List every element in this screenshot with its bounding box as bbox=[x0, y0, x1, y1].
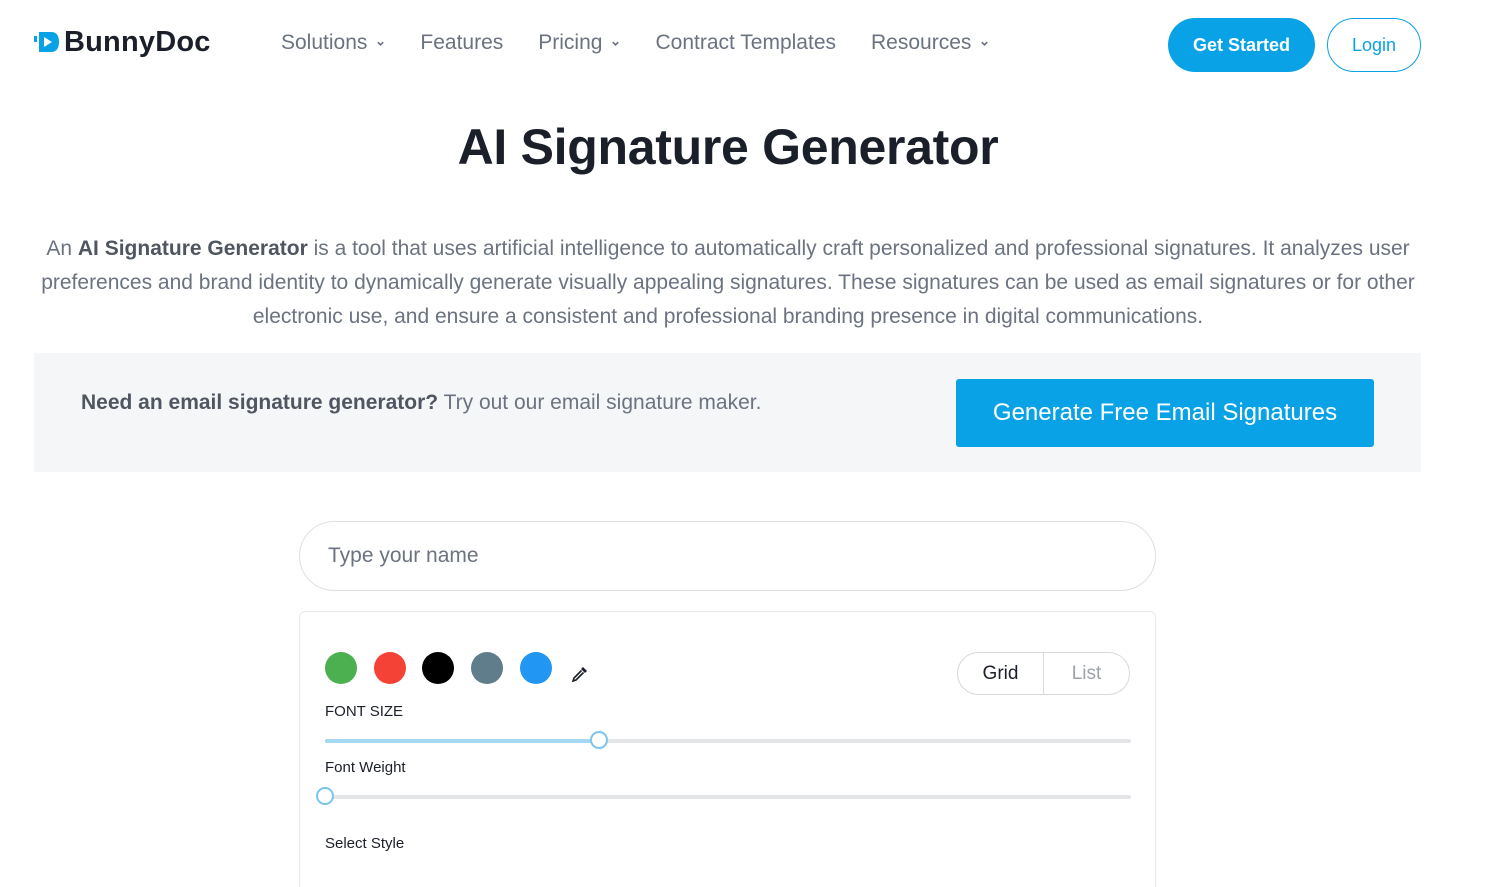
nav-contract-templates[interactable]: Contract Templates bbox=[655, 31, 836, 55]
color-swatch-gray[interactable] bbox=[471, 652, 503, 684]
nav-contract-templates-label: Contract Templates bbox=[655, 31, 836, 54]
intro-prefix: An bbox=[46, 237, 78, 260]
font-size-slider[interactable] bbox=[325, 731, 1131, 749]
login-button[interactable]: Login bbox=[1327, 18, 1421, 72]
font-size-slider-fill bbox=[325, 739, 600, 743]
promo-text: Need an email signature generator? Try o… bbox=[81, 391, 761, 415]
bunnydoc-logo-icon bbox=[33, 24, 61, 60]
chevron-down-icon bbox=[377, 41, 385, 46]
nav-solutions-label: Solutions bbox=[281, 31, 368, 54]
promo-bold: Need an email signature generator? bbox=[81, 391, 439, 414]
grid-view-option[interactable]: Grid bbox=[958, 653, 1044, 694]
name-input[interactable] bbox=[299, 521, 1156, 591]
nav-features[interactable]: Features bbox=[420, 31, 503, 55]
get-started-button[interactable]: Get Started bbox=[1168, 18, 1315, 72]
nav-solutions[interactable]: Solutions bbox=[281, 31, 385, 55]
font-size-slider-thumb[interactable] bbox=[590, 731, 609, 749]
font-weight-slider-thumb[interactable] bbox=[316, 787, 334, 805]
nav-features-label: Features bbox=[420, 31, 504, 54]
page-title: AI Signature Generator bbox=[457, 119, 999, 175]
email-signature-promo: Need an email signature generator? Try o… bbox=[34, 353, 1421, 472]
intro-bold: AI Signature Generator bbox=[77, 237, 308, 260]
font-weight-slider[interactable] bbox=[316, 787, 1131, 805]
chevron-down-icon bbox=[612, 41, 620, 46]
main-nav: Solutions Features Pricing Contract Temp… bbox=[281, 31, 1024, 55]
generate-email-signatures-button[interactable]: Generate Free Email Signatures bbox=[956, 379, 1374, 447]
view-toggle: Grid List bbox=[957, 652, 1130, 695]
list-view-option[interactable]: List bbox=[1044, 653, 1129, 694]
nav-pricing-label: Pricing bbox=[538, 31, 603, 54]
brand-logo[interactable]: BunnyDoc bbox=[33, 24, 211, 60]
signature-editor: Grid List FONT SIZE Font Weight Select S… bbox=[299, 611, 1156, 887]
select-style-label: Select Style bbox=[325, 835, 405, 852]
promo-rest: Try out our email signature maker. bbox=[438, 391, 762, 414]
eyedropper-icon[interactable] bbox=[570, 664, 590, 684]
nav-resources[interactable]: Resources bbox=[871, 31, 989, 55]
site-header: BunnyDoc Solutions Features Pricing Cont… bbox=[0, 0, 1508, 90]
color-swatch-blue[interactable] bbox=[520, 652, 552, 684]
intro-paragraph: An AI Signature Generator is a tool that… bbox=[40, 232, 1416, 334]
nav-pricing[interactable]: Pricing bbox=[538, 31, 620, 55]
font-weight-label: Font Weight bbox=[325, 759, 406, 776]
color-swatch-black[interactable] bbox=[422, 652, 454, 684]
nav-resources-label: Resources bbox=[871, 31, 972, 54]
color-swatch-green[interactable] bbox=[325, 652, 357, 684]
font-size-label: FONT SIZE bbox=[325, 703, 404, 720]
brand-name: BunnyDoc bbox=[64, 25, 211, 58]
chevron-down-icon bbox=[981, 41, 989, 46]
color-swatch-red[interactable] bbox=[374, 652, 406, 684]
